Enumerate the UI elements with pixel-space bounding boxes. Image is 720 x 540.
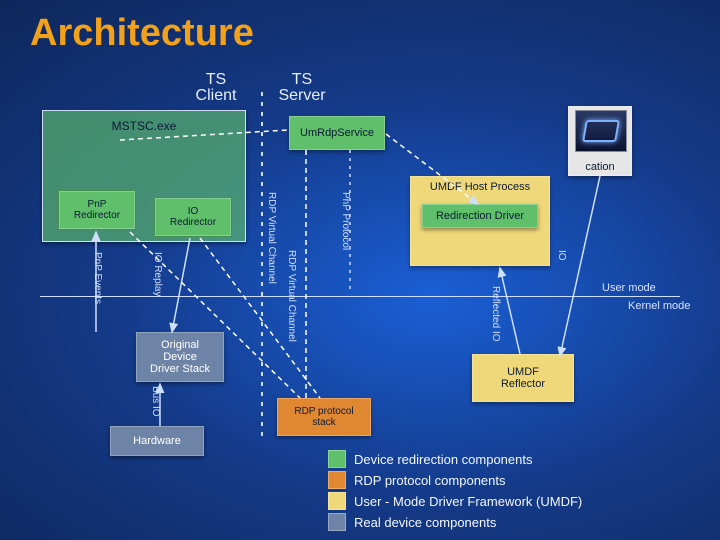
mode-separator bbox=[40, 296, 680, 297]
application-label: cation bbox=[585, 161, 614, 173]
arrow-bus-io-label: Bus IO bbox=[150, 386, 161, 417]
pnp-redirector-box: PnP Redirector bbox=[58, 190, 136, 230]
orig-driver-stack-label: Original Device Driver Stack bbox=[150, 339, 210, 375]
mstsc-label: MSTSC.exe bbox=[112, 119, 177, 133]
legend-text: Real device components bbox=[354, 515, 496, 530]
pnp-redirector-label: PnP Redirector bbox=[74, 199, 120, 221]
user-mode-label: User mode bbox=[602, 282, 656, 294]
col-ts-server: TS Server bbox=[272, 72, 332, 104]
arrow-reflected-label: Reflected IO bbox=[490, 286, 501, 342]
orig-driver-stack-box: Original Device Driver Stack bbox=[136, 332, 224, 382]
umrdpservice-box: UmRdpService bbox=[289, 116, 385, 150]
legend-text: Device redirection components bbox=[354, 452, 532, 467]
legend-text: RDP protocol components bbox=[354, 473, 506, 488]
legend: Device redirection components RDP protoc… bbox=[328, 450, 582, 534]
redirection-driver-label: Redirection Driver bbox=[436, 210, 524, 222]
architecture-diagram: Architecture TS Client TS Server MSTSC.e… bbox=[0, 0, 720, 540]
umdf-reflector-box: UMDF Reflector bbox=[472, 354, 574, 402]
legend-row: User - Mode Driver Framework (UMDF) bbox=[328, 492, 582, 510]
legend-row: RDP protocol components bbox=[328, 471, 582, 489]
io-redirector-box: IO Redirector bbox=[154, 197, 232, 237]
application-icon bbox=[575, 110, 627, 152]
legend-text: User - Mode Driver Framework (UMDF) bbox=[354, 494, 582, 509]
legend-swatch bbox=[328, 450, 346, 468]
umrdpservice-label: UmRdpService bbox=[300, 127, 374, 139]
page-title: Architecture bbox=[30, 12, 254, 55]
col-ts-client: TS Client bbox=[186, 72, 246, 104]
io-redirector-label: IO Redirector bbox=[170, 206, 216, 228]
redirection-driver-box: Redirection Driver bbox=[422, 204, 538, 228]
legend-swatch bbox=[328, 513, 346, 531]
arrow-io-replay-label: IO Replay bbox=[152, 252, 163, 296]
rdp-protocol-stack-label: RDP protocol stack bbox=[294, 406, 353, 428]
legend-swatch bbox=[328, 471, 346, 489]
hardware-label: Hardware bbox=[133, 435, 181, 447]
rdp-protocol-stack-box: RDP protocol stack bbox=[277, 398, 371, 436]
kernel-mode-label: Kernel mode bbox=[628, 300, 690, 312]
legend-swatch bbox=[328, 492, 346, 510]
arrow-rdpvc1-label: RDP Virtual Channel bbox=[266, 192, 277, 284]
umdf-reflector-label: UMDF Reflector bbox=[501, 366, 545, 390]
umdf-host-label: UMDF Host Process bbox=[430, 181, 530, 193]
arrow-appio-label: IO bbox=[556, 250, 567, 261]
hardware-box: Hardware bbox=[110, 426, 204, 456]
arrow-pnp-proto-label: PnP Protocol bbox=[340, 192, 351, 250]
legend-row: Real device components bbox=[328, 513, 582, 531]
legend-row: Device redirection components bbox=[328, 450, 582, 468]
